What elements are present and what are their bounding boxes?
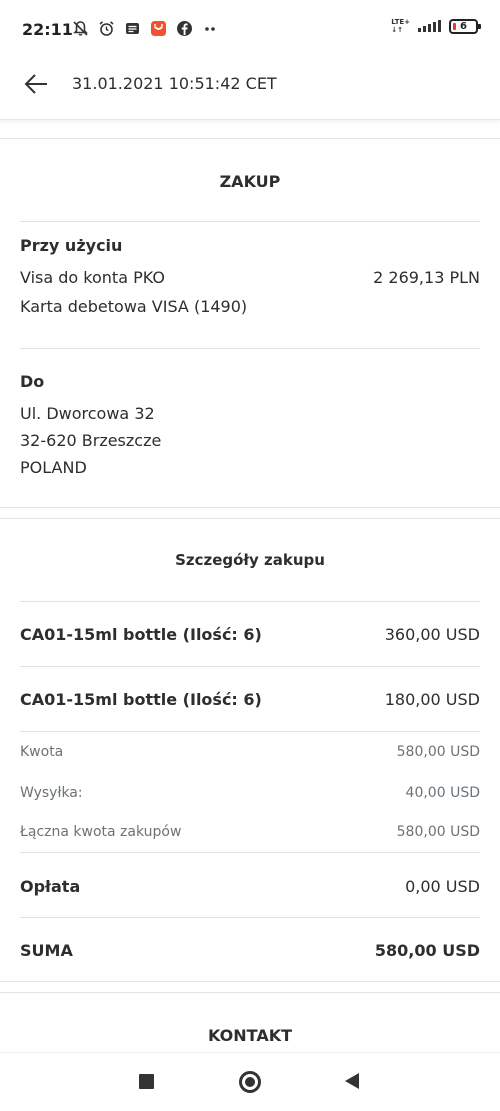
section-separator xyxy=(0,507,500,508)
item-name-1: CA01-15ml bottle (Ilość: 6) xyxy=(20,625,262,644)
bell-off-icon xyxy=(72,20,89,37)
divider xyxy=(20,348,480,349)
divider xyxy=(20,601,480,602)
more-dots-icon xyxy=(202,20,219,37)
purchase-section-title: ZAKUP xyxy=(219,172,281,191)
facebook-icon xyxy=(176,20,193,37)
battery-icon: 6 xyxy=(449,18,481,34)
status-right: LTE+ ↓↑ 6 xyxy=(391,18,481,34)
battery-level: 6 xyxy=(460,20,467,32)
item-name-2: CA01-15ml bottle (Ilość: 6) xyxy=(20,690,262,709)
recipient-label: Do xyxy=(20,372,45,391)
details-section-title: Szczegóły zakupu xyxy=(175,551,325,569)
sum-value: 580,00 USD xyxy=(374,941,480,960)
shipping-label: Wysyłka: xyxy=(20,785,83,801)
section-separator xyxy=(0,992,500,993)
page-title: 31.01.2021 10:51:42 CET xyxy=(72,74,277,93)
status-bar: 22:11 LTE+ ↓↑ 6 xyxy=(0,0,500,62)
system-nav-bar xyxy=(0,1052,500,1111)
divider xyxy=(20,852,480,853)
recent-apps-icon[interactable] xyxy=(139,1074,154,1089)
section-separator xyxy=(0,981,500,982)
contact-section-title: KONTAKT xyxy=(207,1026,293,1045)
kwota-value: 580,00 USD xyxy=(396,744,480,760)
fee-value: 0,00 USD xyxy=(405,877,480,896)
address-line-2: 32-620 Brzeszcze xyxy=(20,431,162,450)
section-separator xyxy=(0,518,500,519)
funding-account-amount: 2 269,13 PLN xyxy=(373,268,480,287)
used-label: Przy użyciu xyxy=(20,236,123,255)
signal-icon xyxy=(418,20,441,32)
divider xyxy=(20,917,480,918)
address-line-1: Ul. Dworcowa 32 xyxy=(20,404,155,423)
shipping-value: 40,00 USD xyxy=(405,785,480,801)
back-arrow-icon[interactable] xyxy=(22,70,50,98)
notification-icons xyxy=(72,20,219,37)
network-type: LTE+ ↓↑ xyxy=(391,18,410,34)
address-line-3: POLAND xyxy=(20,458,87,477)
alarm-icon xyxy=(98,20,115,37)
total-purchases-label: Łączna kwota zakupów xyxy=(20,824,182,840)
divider xyxy=(20,666,480,667)
item-amount-2: 180,00 USD xyxy=(384,690,480,709)
app-header: 31.01.2021 10:51:42 CET xyxy=(0,62,500,120)
sum-label: SUMA xyxy=(20,941,73,960)
home-icon[interactable] xyxy=(239,1071,261,1093)
shopping-app-icon xyxy=(150,20,167,37)
nav-back-icon[interactable] xyxy=(345,1073,359,1089)
divider xyxy=(20,221,480,222)
item-amount-1: 360,00 USD xyxy=(384,625,480,644)
funding-card: Karta debetowa VISA (1490) xyxy=(20,297,248,316)
status-time: 22:11 xyxy=(22,20,73,39)
kwota-label: Kwota xyxy=(20,744,64,760)
funding-account-name: Visa do konta PKO xyxy=(20,268,165,287)
section-separator xyxy=(0,138,500,139)
divider xyxy=(20,731,480,732)
fee-label: Opłata xyxy=(20,877,81,896)
total-purchases-value: 580,00 USD xyxy=(396,824,480,840)
message-icon xyxy=(124,20,141,37)
